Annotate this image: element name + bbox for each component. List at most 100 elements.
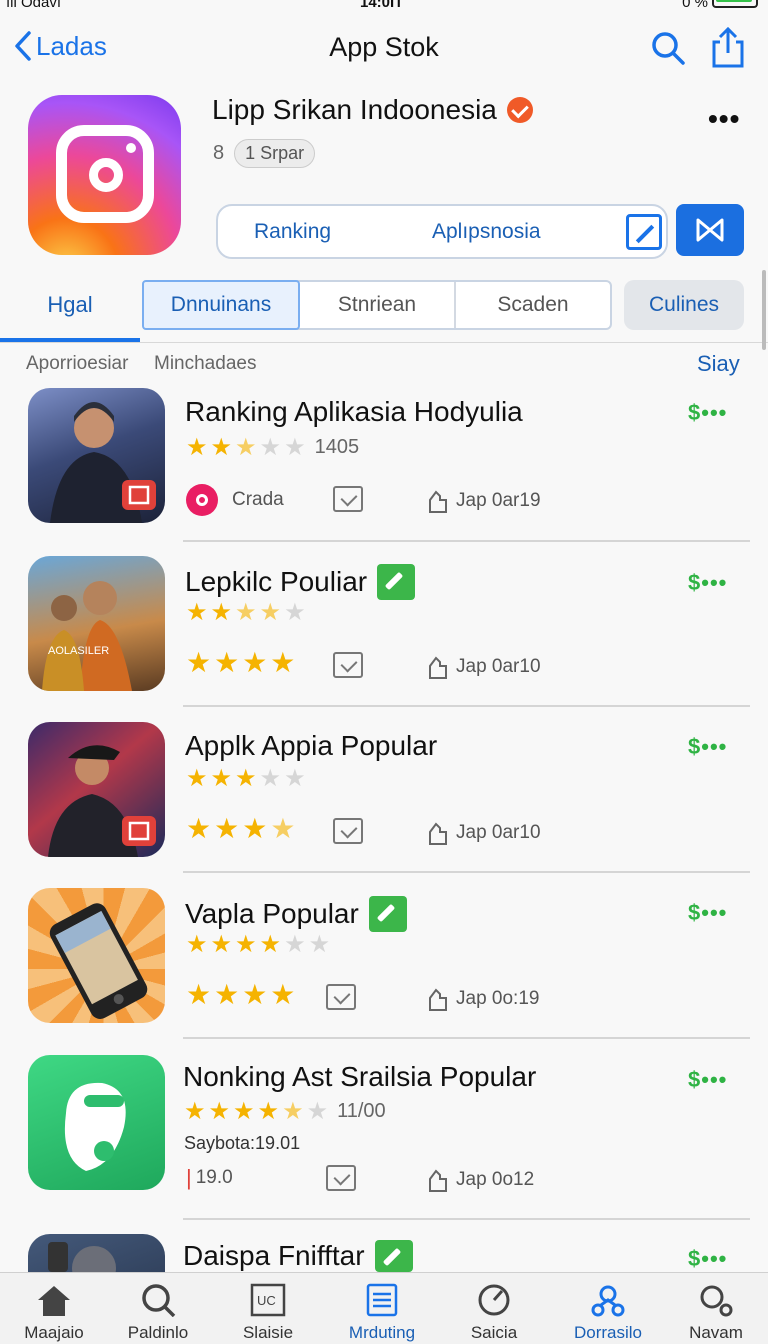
list-item[interactable]: Applk Appia Popular $••• ★★★ ★★ ★★★ ★ Jap … [0, 722, 768, 888]
app-thumbnail [28, 888, 165, 1023]
camera-icon [56, 125, 154, 223]
edit-icon[interactable] [626, 214, 662, 250]
app-name-text: Lipp Srikan Indoonesia [212, 94, 497, 125]
app-icon-camera[interactable] [28, 95, 181, 255]
date-text: Jap 0ar10 [456, 656, 541, 677]
category-segments: Dnnuinans Stnriean Scaden [142, 280, 612, 330]
share-button[interactable] [710, 26, 746, 73]
price-label[interactable]: $••• [688, 400, 727, 426]
share-icon [712, 26, 744, 68]
price-label[interactable]: $••• [688, 900, 727, 926]
secondary-stars: ★★★★ [186, 646, 298, 679]
subheader-left[interactable]: Aporrioesiar [26, 353, 128, 375]
segment-ranking[interactable]: Ranking [254, 220, 331, 244]
tag-icon [429, 490, 447, 513]
price-label[interactable]: $••• [688, 570, 727, 596]
scrollbar[interactable] [762, 270, 766, 350]
list-item[interactable]: Daispa Fnifftar $••• [0, 1234, 768, 1272]
svg-text:AOLASILER: AOLASILER [48, 645, 109, 657]
release-date: Jap 0ar10 [426, 820, 541, 846]
row-title-text: Vapla Popular [185, 898, 359, 929]
list-item[interactable]: AOLASILER Lepkilc Pouliar $••• ★★ ★★ ★ ★★★… [0, 556, 768, 722]
image-icon [326, 1165, 356, 1191]
subheader-middle[interactable]: Minchadaes [154, 353, 256, 375]
rating-count: 11/00 [337, 1100, 386, 1122]
image-icon [333, 818, 363, 844]
search-button[interactable] [650, 30, 686, 71]
tab-settings[interactable]: Navam [666, 1283, 766, 1343]
tab-profile[interactable]: Dorrasilo [558, 1283, 658, 1343]
settings-icon [700, 1285, 733, 1317]
battery-percent: 0 % [682, 0, 708, 11]
segment-stnriean[interactable]: Stnriean [300, 282, 456, 328]
publisher-chip: Crada [186, 484, 284, 516]
price-label[interactable]: $••• [688, 1246, 727, 1272]
row-title: Daispa Fnifftar [183, 1240, 413, 1272]
star-icon: ★★★★ [186, 931, 285, 958]
release-date: Jap 0ar19 [426, 488, 541, 514]
image-icon [326, 984, 356, 1010]
segment-apps[interactable]: Aplıpsnosia [432, 220, 541, 244]
release-date: Jap 0o12 [426, 1167, 534, 1193]
secondary-stars: ★★★★ [186, 812, 298, 845]
tab-search[interactable]: Paldinlo [108, 1283, 208, 1343]
list-item[interactable]: Nonking Ast Srailsia Popular $••• ★★★★ ★ ★… [0, 1055, 768, 1221]
document-list-icon [366, 1283, 398, 1317]
half-star-icon: ★ [270, 813, 299, 844]
tab-arcade[interactable]: Saicia [444, 1283, 544, 1343]
price-label[interactable]: $••• [688, 1067, 727, 1093]
edit-badge-icon [368, 896, 407, 932]
date-text: Jap 0o12 [456, 1169, 535, 1190]
half-star-icon: ★★ [235, 599, 285, 626]
tab-updates[interactable]: Mrduting [332, 1283, 432, 1343]
row-title-text: Daispa Fnifftar [183, 1240, 365, 1271]
app-name: Lipp Srikan Indoonesia [212, 94, 533, 126]
release-date: Jap 0ar10 [426, 654, 541, 680]
tab-bar: Maajaio Paldinlo UC Slaisie Mrduting Sai… [0, 1272, 768, 1344]
verified-icon [506, 97, 533, 123]
home-icon [38, 1286, 70, 1316]
more-button[interactable]: ••• [708, 103, 740, 135]
app-thumbnail: AOLASILER [28, 556, 165, 691]
rating-stars: ★★★★ ★ ★ 11/00 [184, 1097, 386, 1126]
search-icon [142, 1284, 176, 1317]
rating-count: 1405 [314, 436, 360, 458]
row-title-text: Lepkilc Pouliar [185, 566, 368, 597]
app-thumbnail [28, 722, 165, 857]
bowtie-icon [696, 218, 724, 242]
svg-text:UC: UC [257, 1293, 276, 1308]
empty-star-icon: ★ [306, 1098, 332, 1125]
segment-dnnuinans[interactable]: Dnnuinans [142, 280, 300, 330]
star-icon: ★★★★ [184, 1098, 283, 1125]
meta-pill: 1 Srpar [234, 139, 316, 168]
list-item[interactable]: Vapla Popular $••• ★★★★ ★★ ★★★★ Jap 0o:19 [0, 888, 768, 1054]
navigation-bar: Ladas App Stok [0, 24, 768, 74]
date-text: Jap 0o:19 [456, 988, 540, 1009]
see-all-link[interactable]: Siay [697, 351, 740, 377]
image-icon [333, 486, 363, 512]
tab-culines[interactable]: Culines [624, 280, 744, 330]
app-thumbnail [28, 1055, 165, 1190]
status-bar: ıll Odavı 14:0Π 0 % [0, 0, 768, 14]
tab-library[interactable]: UC Slaisie [218, 1283, 318, 1343]
tab-hgal[interactable]: Hgal [0, 280, 140, 342]
list-item[interactable]: Ranking Aplikasia Hodyulia $••• ★★ ★ ★★ 14… [0, 388, 768, 554]
tag-icon [429, 1169, 447, 1192]
price-label[interactable]: $••• [688, 734, 727, 760]
divider [183, 540, 750, 542]
tab-home[interactable]: Maajaio [4, 1283, 104, 1343]
open-button[interactable] [676, 204, 744, 256]
search-icon [652, 32, 685, 65]
rating-stars: ★★★★ ★★ [186, 930, 333, 959]
date-text: Jap 0ar19 [456, 490, 541, 511]
subtitle-text: Saybota:19.01 [184, 1133, 301, 1153]
empty-star-icon: ★ [284, 599, 309, 626]
carrier-label: ıll Odavı [6, 0, 62, 11]
half-star-icon: ★ [235, 434, 260, 461]
row-title: Lepkilc Pouliar [185, 564, 416, 600]
app-action-bar: Ranking Aplıpsnosia [216, 204, 668, 259]
segment-scaden[interactable]: Scaden [456, 282, 610, 328]
secondary-stars: ★★★★ [186, 978, 298, 1011]
rating-stars: ★★★★★ [186, 598, 309, 627]
publisher-name: Crada [232, 489, 284, 510]
